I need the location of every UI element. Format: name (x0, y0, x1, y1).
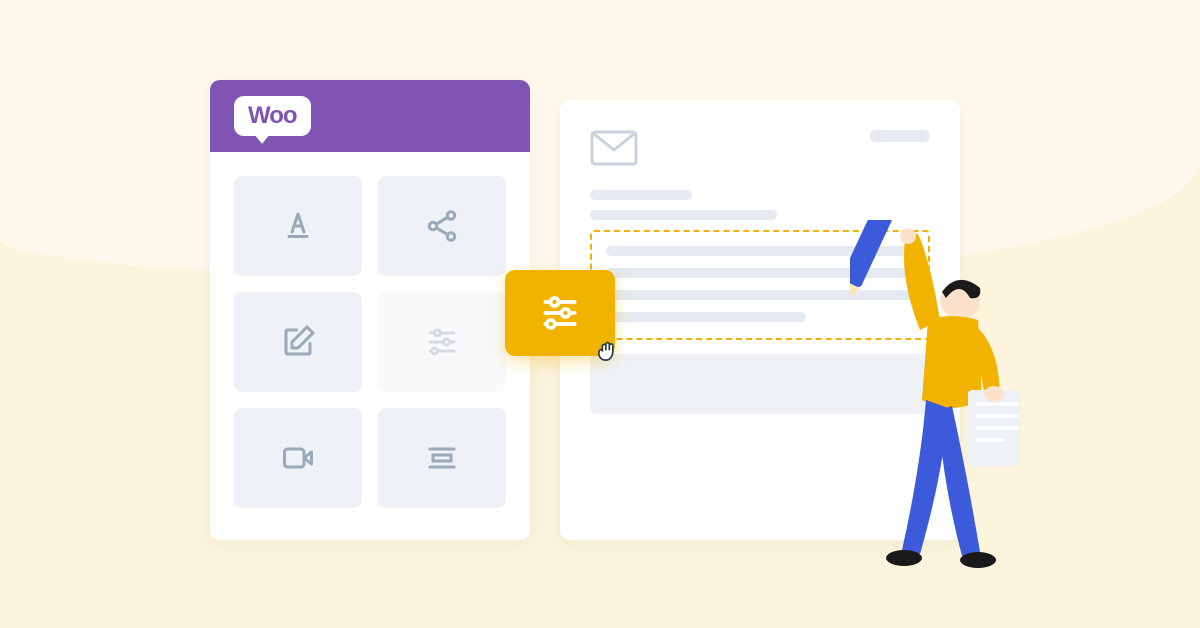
edit-icon (280, 324, 316, 360)
email-header-placeholder (870, 130, 930, 142)
sliders-icon (538, 291, 582, 335)
tool-sliders-ghost[interactable] (378, 292, 506, 392)
person-illustration (850, 220, 1020, 580)
tool-edit[interactable] (234, 292, 362, 392)
layout-icon (424, 440, 460, 476)
woo-header: Woo (210, 80, 530, 152)
text-icon (280, 208, 316, 244)
share-icon (424, 208, 460, 244)
tool-share[interactable] (378, 176, 506, 276)
dragged-sliders-tile[interactable] (505, 270, 615, 356)
tool-layout[interactable] (378, 408, 506, 508)
cursor-grab-icon (593, 338, 621, 366)
gmail-icon (590, 130, 638, 166)
woo-logo: Woo (234, 96, 311, 136)
tool-video[interactable] (234, 408, 362, 508)
email-intro-lines (590, 190, 930, 220)
illustration-scene: Woo (210, 80, 990, 580)
sliders-icon (424, 324, 460, 360)
tool-grid (210, 152, 530, 532)
video-icon (280, 440, 316, 476)
email-header (590, 130, 930, 166)
tool-text[interactable] (234, 176, 362, 276)
builder-panel: Woo (210, 80, 530, 540)
